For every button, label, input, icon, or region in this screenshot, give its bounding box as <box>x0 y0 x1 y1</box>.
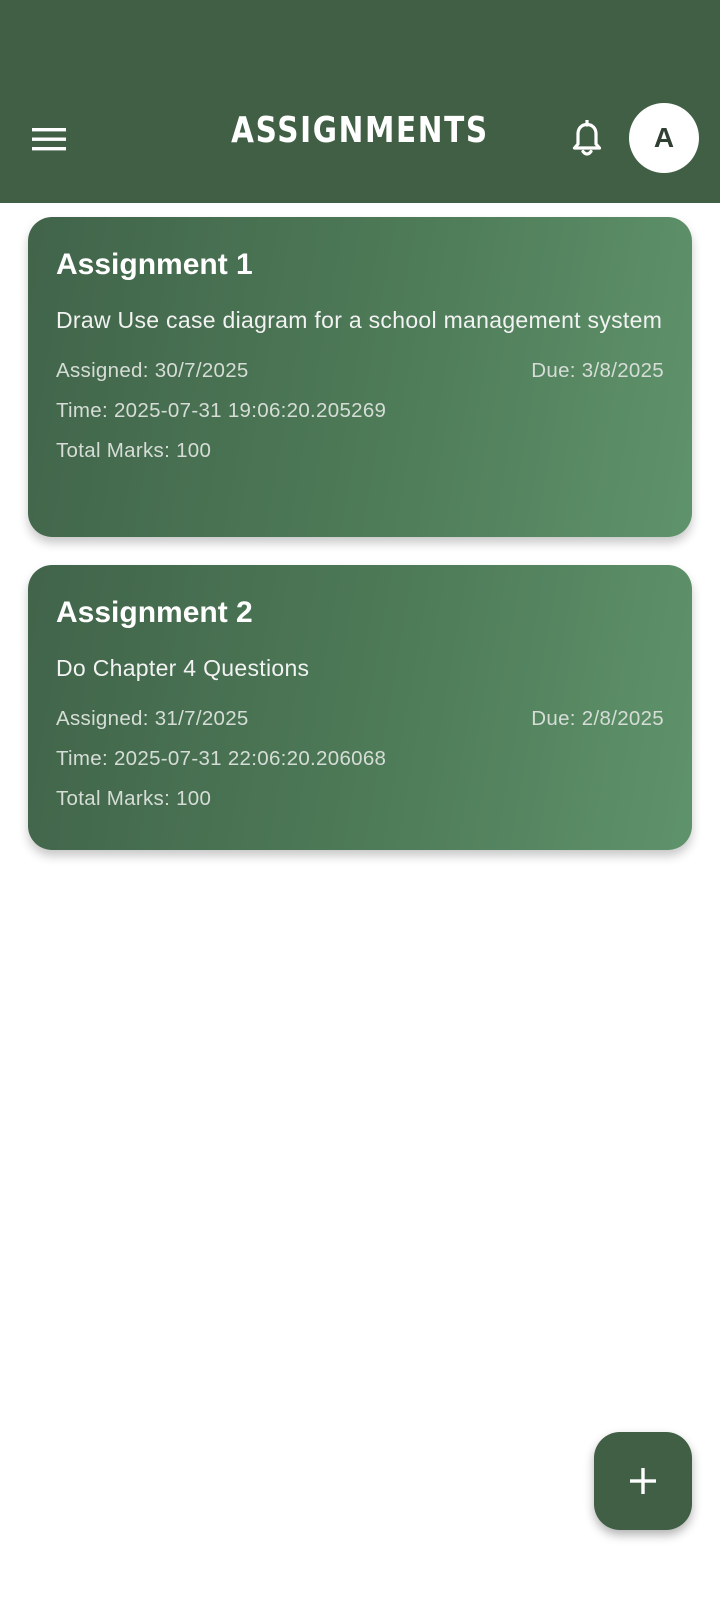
due-date: Due: 3/8/2025 <box>531 359 664 382</box>
assignment-card[interactable]: Assignment 2 Do Chapter 4 Questions Assi… <box>28 565 692 850</box>
app-bar: ASSIGNMENTS A <box>0 0 720 203</box>
assignment-total-marks: Total Marks: 100 <box>56 439 212 462</box>
assignment-total-marks: Total Marks: 100 <box>56 787 212 810</box>
assignment-list: Assignment 1 Draw Use case diagram for a… <box>28 217 692 878</box>
assignment-description: Draw Use case diagram for a school manag… <box>56 307 663 333</box>
assignment-card[interactable]: Assignment 1 Draw Use case diagram for a… <box>28 217 692 537</box>
assigned-date: Assigned: 31/7/2025 <box>56 707 249 730</box>
assignment-description: Do Chapter 4 Questions <box>56 655 310 681</box>
due-date: Due: 2/8/2025 <box>531 707 664 730</box>
add-assignment-button[interactable] <box>594 1432 692 1530</box>
assignment-time: Time: 2025-07-31 19:06:20.205269 <box>56 399 387 422</box>
assignment-title: Assignment 2 <box>56 596 253 629</box>
notifications-button[interactable] <box>565 114 609 164</box>
page-title: ASSIGNMENTS <box>231 110 489 151</box>
assignment-title: Assignment 1 <box>56 248 253 281</box>
menu-button[interactable] <box>26 116 72 162</box>
avatar[interactable]: A <box>629 103 699 173</box>
menu-icon <box>32 128 66 151</box>
assignment-dates: Assigned: 31/7/2025 Due: 2/8/2025 <box>56 706 664 732</box>
assignments-screen: ASSIGNMENTS A Assignment 1 Draw Use case… <box>0 0 720 1599</box>
bell-icon <box>572 120 602 156</box>
assigned-date: Assigned: 30/7/2025 <box>56 359 249 382</box>
assignment-time: Time: 2025-07-31 22:06:20.206068 <box>56 747 387 770</box>
assignment-dates: Assigned: 30/7/2025 Due: 3/8/2025 <box>56 358 664 384</box>
plus-icon <box>630 1468 656 1494</box>
